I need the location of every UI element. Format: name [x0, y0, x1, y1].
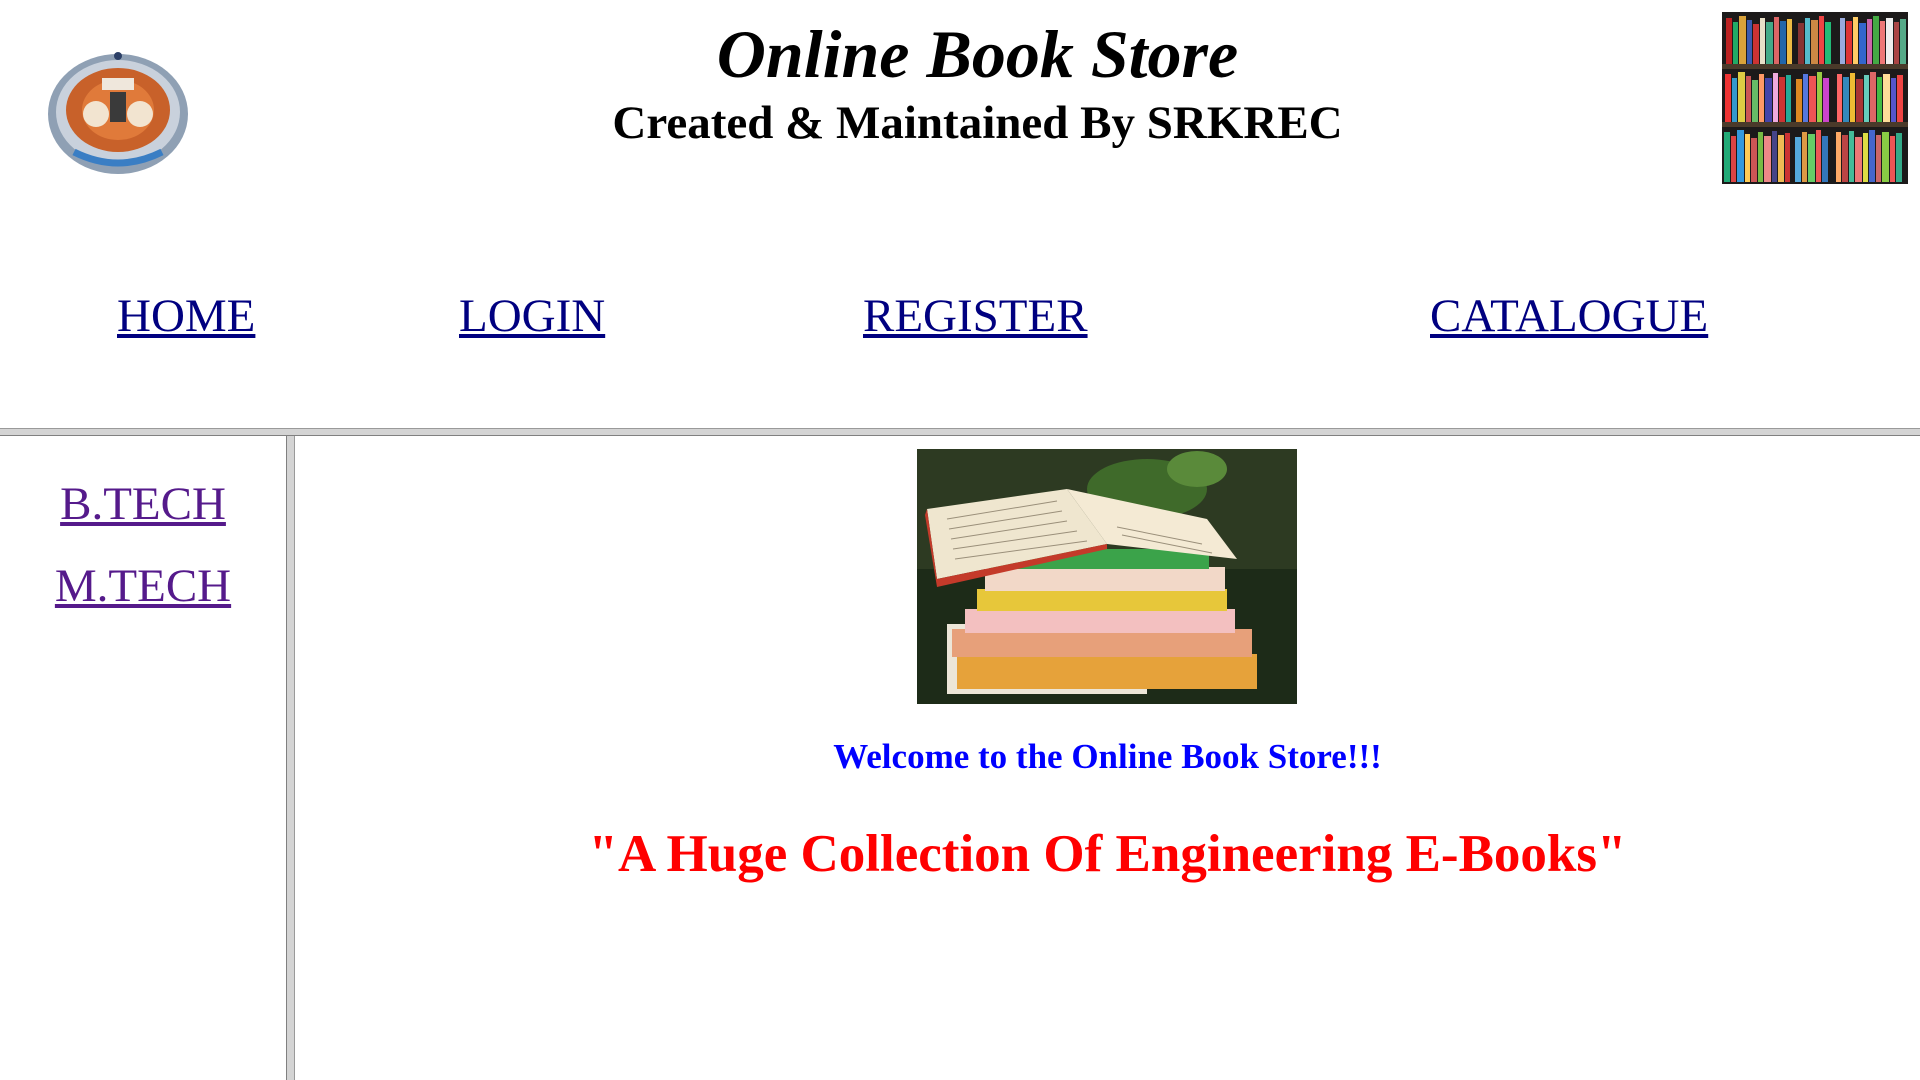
site-title: Online Book Store [716, 16, 1239, 92]
sidebar-item-mtech[interactable]: M.TECH [0, 556, 286, 616]
welcome-message: Welcome to the Online Book Store!!! [833, 737, 1382, 776]
nav-register-link[interactable]: REGISTER [863, 286, 1088, 346]
bookshelf-image [1722, 12, 1908, 184]
nav-catalogue-link[interactable]: CATALOGUE [1430, 286, 1708, 346]
tagline-text: "A Huge Collection Of Engineering E-Book… [588, 825, 1627, 883]
vertical-frame-divider[interactable] [286, 436, 295, 1080]
site-subtitle: Created & Maintained By SRKREC [612, 97, 1343, 149]
stacked-books-image [917, 449, 1297, 704]
sidebar-item-btech[interactable]: B.TECH [0, 474, 286, 534]
horizontal-frame-divider[interactable] [0, 428, 1920, 436]
nav-home-link[interactable]: HOME [117, 286, 255, 346]
nav-login-link[interactable]: LOGIN [459, 286, 605, 346]
title-block: Online Book Store Created & Maintained B… [0, 14, 1920, 152]
header-frame: Online Book Store Created & Maintained B… [0, 0, 1920, 428]
